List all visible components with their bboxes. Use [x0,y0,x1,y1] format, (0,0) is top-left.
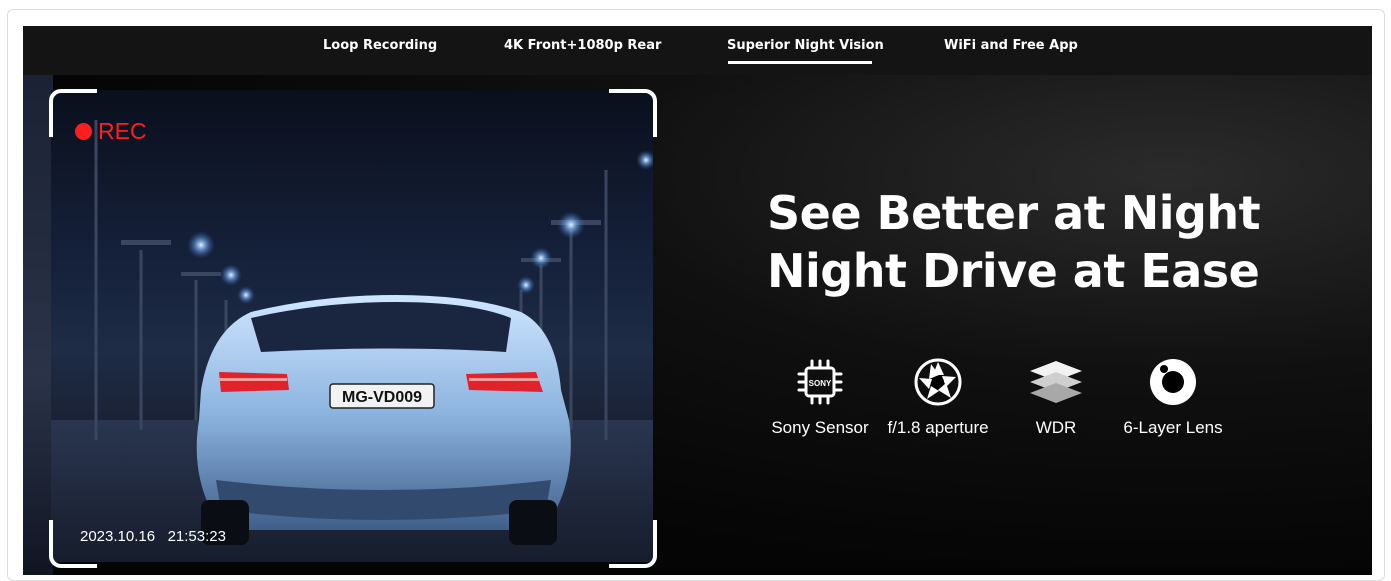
night-road-car-image: MG-VD009 [51,120,653,562]
feature-aperture: f/1.8 aperture [878,356,998,438]
sony-chip-icon: SONY [760,356,880,408]
rec-label: REC [98,118,147,144]
layers-icon [996,356,1116,408]
feature-6-layer-lens: 6-Layer Lens [1113,356,1233,438]
viewfinder-corner-top-right [609,89,657,137]
feature-label: WDR [1035,418,1077,437]
headline: See Better at Night Night Drive at Ease [767,184,1261,300]
feature-sony-sensor: SONY Sony Sensor [760,356,880,438]
tab-4k-front-1080p-rear[interactable]: 4K Front+1080p Rear [504,38,661,53]
recording-timestamp: 2023.10.16 21:53:23 [80,528,226,545]
viewfinder-corner-top-left [49,89,97,137]
aperture-icon [878,356,998,408]
feature-label: f/1.8 aperture [887,418,989,437]
active-tab-underline [728,61,872,64]
feature-label: Sony Sensor [771,418,869,437]
night-vision-banner: Loop Recording 4K Front+1080p Rear Super… [23,26,1372,575]
tab-loop-recording[interactable]: Loop Recording [323,38,437,53]
headline-line-2: Night Drive at Ease [767,244,1260,298]
viewfinder-corner-bottom-left [49,520,97,568]
svg-text:SONY: SONY [809,379,832,388]
license-plate-text: MG-VD009 [342,389,422,406]
tab-wifi-free-app[interactable]: WiFi and Free App [944,38,1078,53]
feature-wdr: WDR [996,356,1116,438]
feature-label: 6-Layer Lens [1123,418,1223,437]
background-strip [23,75,53,575]
tab-superior-night-vision[interactable]: Superior Night Vision [727,38,884,53]
lens-ring-icon [1113,356,1233,408]
feature-tab-bar: Loop Recording 4K Front+1080p Rear Super… [23,26,1372,75]
viewfinder-corner-bottom-right [609,520,657,568]
headline-line-1: See Better at Night [767,186,1261,240]
dashcam-view: MG-VD009 [51,90,653,562]
